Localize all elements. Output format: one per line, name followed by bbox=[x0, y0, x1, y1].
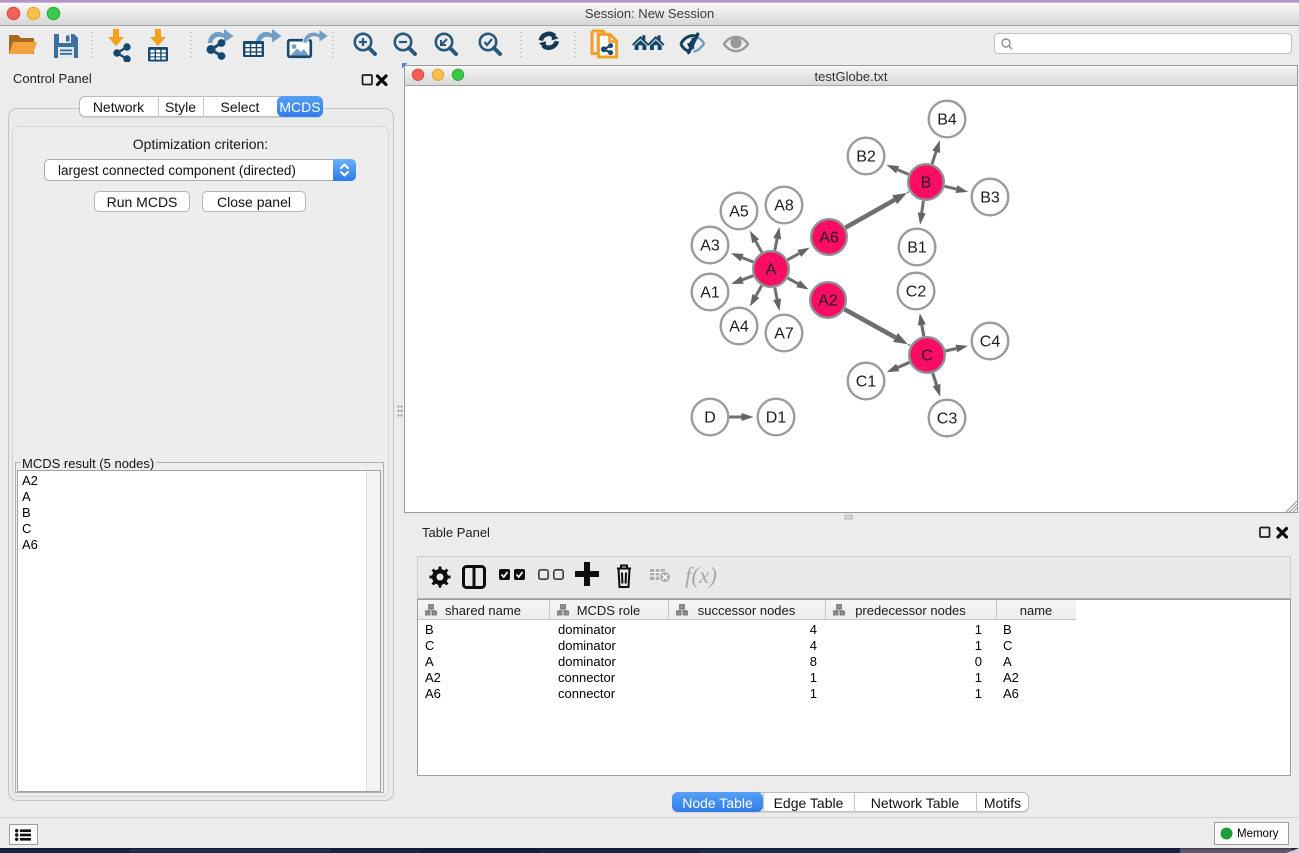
svg-text:C2: C2 bbox=[906, 284, 927, 301]
svg-text:B2: B2 bbox=[856, 149, 876, 166]
svg-text:B1: B1 bbox=[907, 240, 927, 257]
svg-text:B3: B3 bbox=[980, 190, 1000, 207]
svg-text:A8: A8 bbox=[774, 198, 794, 215]
svg-text:D1: D1 bbox=[766, 410, 787, 427]
svg-text:A4: A4 bbox=[729, 319, 749, 336]
svg-text:B: B bbox=[921, 175, 932, 192]
svg-text:D: D bbox=[704, 410, 716, 427]
svg-text:C3: C3 bbox=[937, 411, 958, 428]
svg-text:C: C bbox=[921, 348, 933, 365]
svg-text:A7: A7 bbox=[774, 326, 794, 343]
svg-text:B4: B4 bbox=[937, 112, 957, 129]
svg-text:f(x): f(x) bbox=[685, 563, 717, 588]
svg-text:C4: C4 bbox=[980, 334, 1001, 351]
svg-text:A5: A5 bbox=[729, 204, 749, 221]
svg-text:A1: A1 bbox=[700, 285, 720, 302]
svg-text:C1: C1 bbox=[856, 374, 877, 391]
svg-text:A6: A6 bbox=[819, 230, 839, 247]
svg-text:A: A bbox=[766, 262, 777, 279]
svg-text:A2: A2 bbox=[818, 293, 838, 310]
svg-text:A3: A3 bbox=[700, 238, 720, 255]
